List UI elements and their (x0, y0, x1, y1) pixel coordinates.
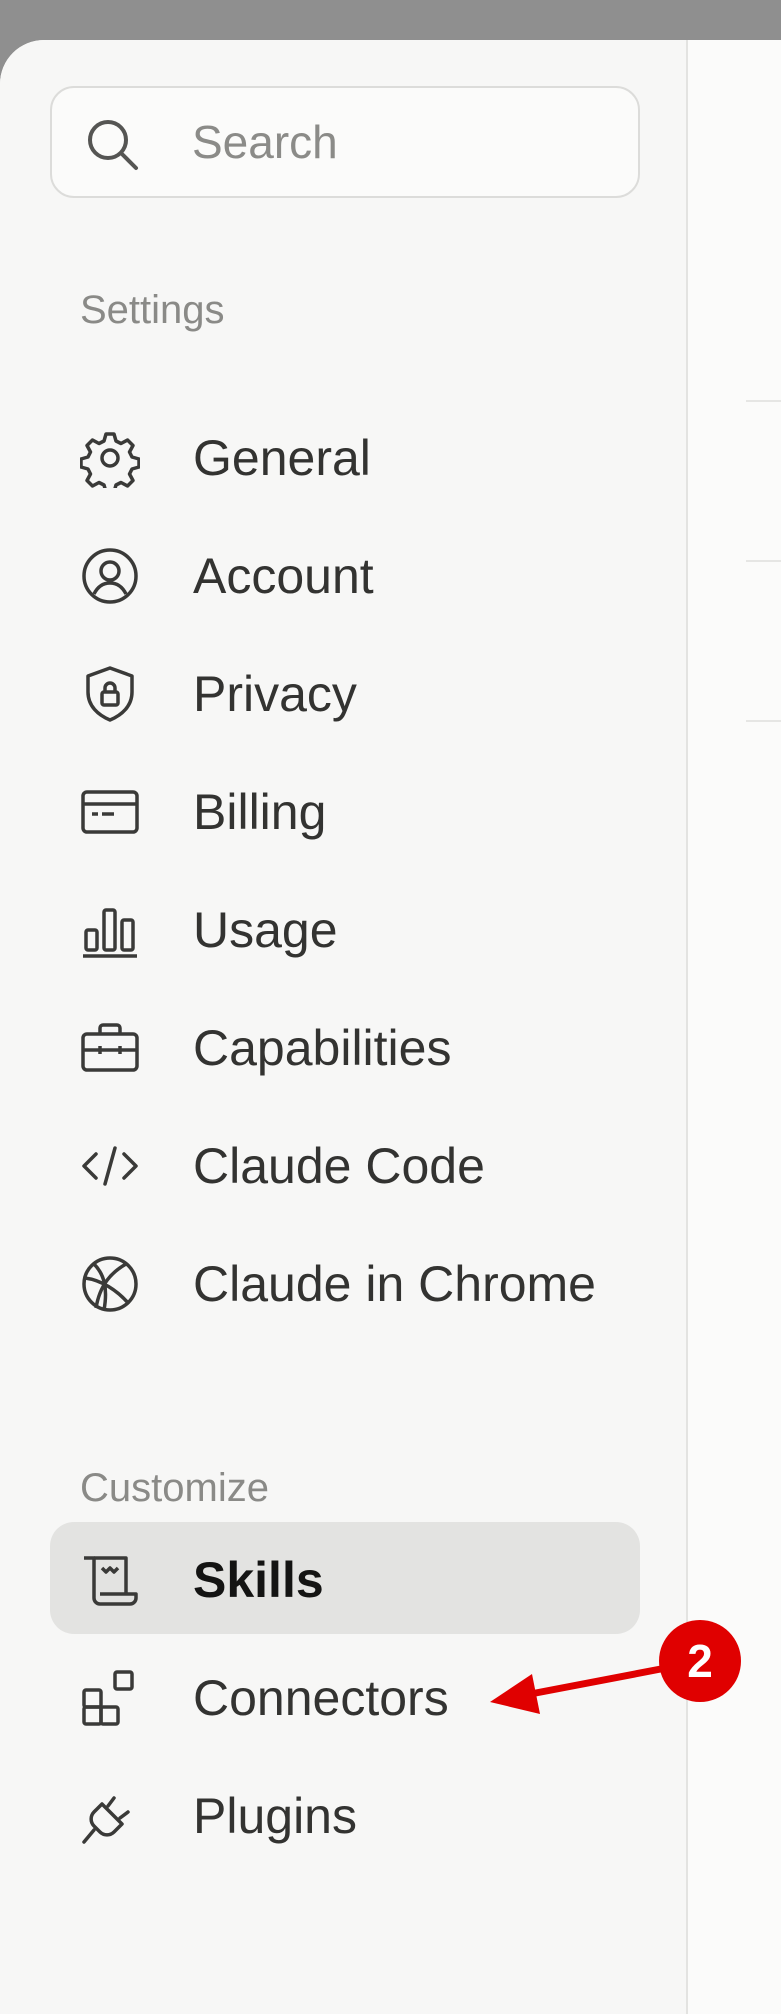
sidebar-item-label: Account (193, 548, 374, 604)
divider (746, 560, 781, 562)
globe-icon (80, 1254, 140, 1314)
briefcase-icon (80, 1018, 140, 1078)
main-content (688, 40, 781, 2014)
sidebar-item-billing[interactable]: Billing (50, 754, 640, 866)
sidebar-item-skills[interactable]: Skills (50, 1522, 640, 1634)
credit-card-icon (80, 782, 140, 842)
sidebar-item-label: Claude in Chrome (193, 1256, 596, 1312)
sidebar-item-label: General (193, 430, 371, 486)
customize-section-label: Customize (80, 1466, 269, 1510)
sidebar-item-label: Billing (193, 784, 327, 840)
code-icon (80, 1136, 140, 1196)
search-icon (84, 116, 140, 172)
settings-section-label: Settings (80, 288, 225, 332)
divider (746, 720, 781, 722)
sidebar-item-label: Plugins (193, 1788, 357, 1844)
annotation-arrow (490, 1664, 670, 1714)
sidebar-item-label: Skills (193, 1552, 324, 1608)
sidebar-item-account[interactable]: Account (50, 518, 640, 630)
sidebar-item-privacy[interactable]: Privacy (50, 636, 640, 748)
sidebar-item-label: Privacy (193, 666, 357, 722)
sidebar-item-general[interactable]: General (50, 400, 640, 512)
sidebar-item-claude-code[interactable]: Claude Code (50, 1108, 640, 1220)
search-box[interactable] (50, 86, 640, 198)
annotation-step-badge: 2 (659, 1620, 741, 1702)
sidebar-item-label: Capabilities (193, 1020, 452, 1076)
sidebar-item-claude-in-chrome[interactable]: Claude in Chrome (50, 1226, 640, 1338)
search-input[interactable] (192, 112, 612, 172)
sidebar-item-plugins[interactable]: Plugins (50, 1758, 640, 1870)
scroll-icon (80, 1550, 140, 1610)
sidebar-item-usage[interactable]: Usage (50, 872, 640, 984)
plug-icon (80, 1786, 140, 1846)
user-circle-icon (80, 546, 140, 606)
blocks-icon (80, 1668, 140, 1728)
divider (746, 400, 781, 402)
gear-icon (80, 428, 140, 488)
bar-chart-icon (80, 900, 140, 960)
sidebar-item-capabilities[interactable]: Capabilities (50, 990, 640, 1102)
sidebar-item-label: Claude Code (193, 1138, 485, 1194)
sidebar-item-label: Usage (193, 902, 338, 958)
sidebar-item-label: Connectors (193, 1670, 449, 1726)
shield-lock-icon (80, 664, 140, 724)
